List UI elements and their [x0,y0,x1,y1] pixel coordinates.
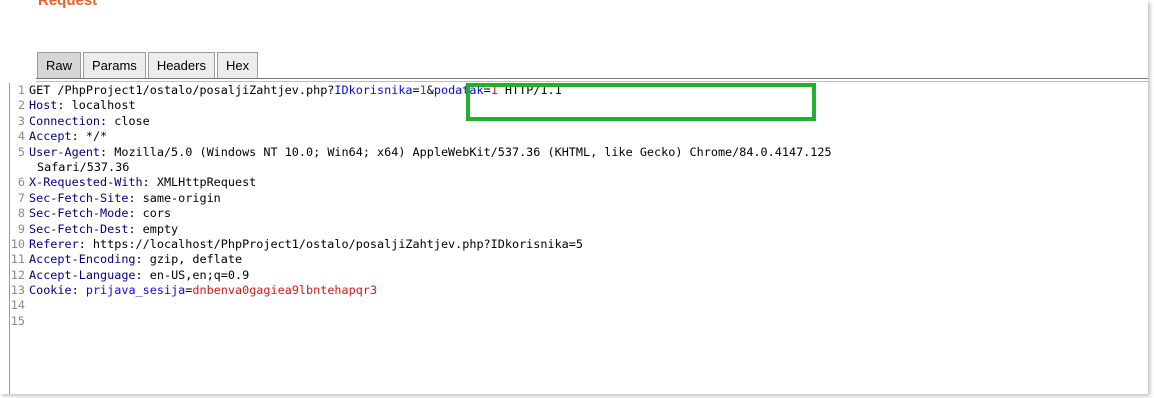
panel-title: Request [38,0,98,9]
line-number: 9 [17,221,25,236]
header-colon: : [78,236,86,251]
header-name: Sec-Fetch-Dest [29,221,129,236]
empty-line: 15 [10,314,1149,329]
header-line: 5 User-Agent: Mozilla/5.0 (Windows NT 10.… [10,145,1149,160]
param-value: 1 [419,83,427,97]
param-equals: = [412,83,420,97]
header-name: Referer [29,236,79,251]
param-equals: = [483,83,491,97]
header-value: gzip, deflate [142,252,243,267]
raw-request-editor[interactable]: 1 GET /PhpProject1/ostalo/posaljiZahtjev.… [9,83,1149,394]
line-number: 8 [17,206,25,221]
tab-params[interactable]: Params [83,52,146,78]
line-number: 14 [10,298,25,313]
line-number: 4 [17,129,25,144]
line-number: 1 [17,83,25,97]
header-line: 2 Host: localhost [10,98,1149,113]
request-line: 1 GET /PhpProject1/ostalo/posaljiZahtjev.… [10,83,1149,98]
request-method-path: GET /PhpProject1/ostalo/posaljiZahtjev.p… [29,83,335,97]
header-line: 8 Sec-Fetch-Mode: cors [10,206,1149,221]
line-number: 15 [10,313,25,328]
header-colon: : [128,221,136,236]
header-value: https://localhost/PhpProject1/ostalo/pos… [85,236,583,251]
line-number: 6 [17,175,25,190]
header-value: cors [135,206,172,221]
cookie-name: prijava_sesija [85,283,186,298]
header-name: Accept [29,129,72,144]
cookie-value: dnbenva0gagiea9lbntehapqr3 [192,283,378,298]
tab-raw[interactable]: Raw [37,52,82,78]
param-name: IDkorisnika [334,83,413,97]
header-name: Connection [29,113,101,128]
header-value: empty [135,221,179,236]
header-line: 6 X-Requested-With: XMLHttpRequest [10,175,1149,190]
line-number: 2 [17,98,25,113]
header-line: 4 Accept: */* [10,129,1149,144]
line-number: 11 [10,252,25,267]
header-colon: : [135,252,143,267]
header-continuation-line: Safari/537.36 [10,160,1149,175]
request-protocol: HTTP/1.1 [497,83,562,97]
header-name: Cookie [29,283,72,298]
request-tabs: Raw Params Headers Hex [37,52,259,78]
header-value: close [107,113,150,128]
header-name: X-Requested-With [29,175,143,190]
header-line: 7 Sec-Fetch-Site: same-origin [10,191,1149,206]
header-name: Accept-Encoding [29,252,136,267]
cookie-line: 13 Cookie: prijava_sesija=dnbenva0gagiea9… [10,283,1149,298]
header-colon: : [128,190,136,205]
header-line: 12 Accept-Language: en-US,en;q=0.9 [10,268,1149,283]
param-value: 1 [490,83,498,97]
header-line: 11 Accept-Encoding: gzip, deflate [10,252,1149,267]
header-value-continuation: Safari/537.36 [37,159,130,174]
empty-line: 14 [10,298,1149,313]
header-colon: : [71,283,86,298]
header-line: 10 Referer: https://localhost/PhpProject1… [10,237,1149,252]
header-name: Host [29,98,58,113]
line-number: 12 [10,267,25,282]
header-value: same-origin [135,190,221,205]
tab-divider [36,78,1148,82]
header-colon: : [128,206,136,221]
header-colon: : [71,129,79,144]
header-colon: : [135,267,143,282]
header-value: localhost [64,98,136,113]
param-name: podatak [433,83,484,97]
header-line: 3 Connection: close [10,114,1149,129]
header-colon: : [57,98,65,113]
tab-headers[interactable]: Headers [147,52,215,78]
header-name: Sec-Fetch-Site [29,190,129,205]
header-colon: : [142,175,150,190]
line-number: 13 [10,283,25,298]
header-name: Sec-Fetch-Mode [29,206,129,221]
header-value: XMLHttpRequest [149,175,257,190]
request-panel: Request Raw Params Headers Hex 1 GET /Php… [0,0,1148,394]
header-name: User-Agent [29,144,101,159]
param-separator: & [426,83,434,97]
line-number: 3 [17,113,25,128]
line-number: 5 [17,144,25,159]
line-number: 10 [10,236,25,251]
header-value: Mozilla/5.0 (Windows NT 10.0; Win64; x64… [107,144,832,159]
header-line: 9 Sec-Fetch-Dest: empty [10,222,1149,237]
line-number: 7 [17,190,25,205]
header-name: Accept-Language [29,267,136,282]
tab-hex[interactable]: Hex [216,52,259,78]
header-value: en-US,en;q=0.9 [142,267,250,282]
header-value: */* [78,129,108,144]
